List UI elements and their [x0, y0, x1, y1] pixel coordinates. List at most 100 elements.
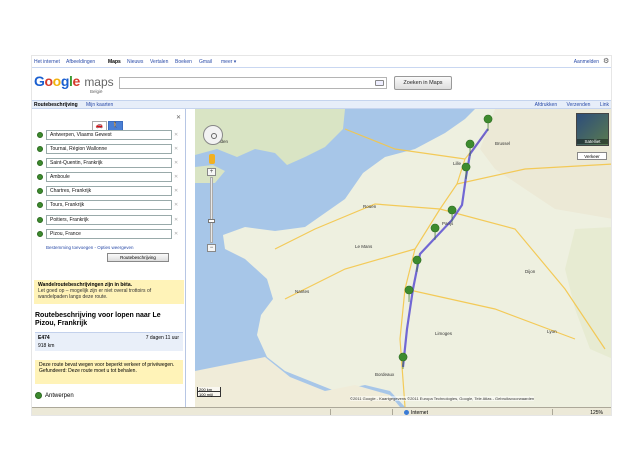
route-distance: 918 km [38, 343, 55, 349]
gear-icon[interactable]: ⚙ [603, 58, 610, 65]
street-view-pegman-icon[interactable] [209, 154, 215, 164]
map-label-lyon: Lyon [547, 329, 557, 334]
map-graphic [195, 109, 611, 407]
remove-icon[interactable]: ✕ [174, 217, 178, 223]
status-divider [392, 409, 393, 415]
status-divider [330, 409, 331, 415]
google-bar: Het internet Afbeeldingen Maps Nieuws Ve… [32, 56, 611, 68]
zoom-level[interactable]: 125% [590, 410, 603, 415]
marker-icon [37, 188, 43, 195]
marker-icon [37, 230, 43, 237]
gbar-link-more[interactable]: meer ▾ [221, 59, 236, 65]
waypoint-row: Tours, Frankrijk ✕ [36, 200, 182, 214]
map-label-limoges: Limoges [435, 331, 453, 336]
gbar-link-web[interactable]: Het internet [34, 59, 60, 65]
gbar-link-books[interactable]: Boeken [175, 59, 192, 65]
map-scale: 200 km 100 mijl [197, 387, 221, 397]
map-label-paris: Parijs [442, 221, 454, 226]
link-link[interactable]: Link [600, 102, 609, 108]
keyboard-icon[interactable] [375, 80, 384, 86]
map-label-bordeaux: Bordeaux [375, 372, 395, 377]
waypoint-input[interactable]: Poitiers, Frankrijk [46, 214, 172, 225]
waypoint-input[interactable]: Chartres, Frankrijk [46, 186, 172, 197]
waypoint-row: Chartres, Frankrijk ✕ [36, 186, 182, 200]
satellite-toggle[interactable]: Satelliet [576, 113, 609, 146]
print-link[interactable]: Afdrukken [535, 102, 558, 108]
waypoint-input[interactable]: Antwerpen, Vlaams Gewest [46, 130, 172, 140]
waypoint-row: Saint-Quentin, Frankrijk ✕ [36, 158, 182, 172]
map-label-rouen: Rouen [363, 204, 377, 209]
search-input[interactable] [119, 77, 387, 89]
my-maps-tab[interactable]: Mijn kaarten [86, 102, 113, 108]
marker-icon [37, 132, 43, 138]
map-actions: Afdrukken Verzenden Link [527, 102, 609, 108]
route-title: Routebeschrijving voor lopen naar Le Piz… [35, 312, 161, 327]
satellite-label: Satelliet [577, 139, 608, 144]
map-canvas[interactable]: Londen Parijs Nantes Bordeaux Brussel Li… [195, 109, 611, 407]
waypoint-row: Poitiers, Frankrijk ✕ [36, 214, 182, 229]
add-destination-link[interactable]: Bestemming toevoegen - Opties weergeven [46, 245, 134, 250]
waypoint-input[interactable]: Tours, Frankrijk [46, 200, 172, 211]
browser-status-bar: Internet 125% [32, 407, 611, 415]
marker-icon [37, 216, 43, 223]
waypoint-input[interactable]: Amboule [46, 172, 172, 183]
waypoint-input[interactable]: Pizou, France [46, 228, 172, 239]
gbar-link-images[interactable]: Afbeeldingen [66, 59, 95, 65]
remove-icon[interactable]: ✕ [174, 231, 178, 237]
marker-icon [37, 160, 43, 167]
route-summary[interactable]: E474 7 dagen 11 uur 918 km [35, 332, 183, 351]
logo-maps: maps [84, 75, 114, 89]
remove-icon[interactable]: ✕ [174, 146, 178, 152]
route-road: E474 [38, 335, 50, 341]
gbar-link-maps[interactable]: Maps [108, 59, 121, 65]
remove-icon[interactable]: ✕ [174, 202, 178, 208]
pan-control[interactable] [203, 125, 223, 145]
marker-icon [35, 392, 42, 399]
waypoint-row: Amboule ✕ [36, 172, 182, 186]
zoom-out-button[interactable]: − [207, 244, 216, 252]
search-button[interactable]: Zoeken in Maps [394, 76, 452, 90]
logo-country: België [90, 89, 103, 94]
remove-icon[interactable]: ✕ [174, 174, 178, 180]
directions-panel: 🚗 🚶 ✕ Antwerpen, Vlaams Gewest ✕ Tournai, … [32, 109, 186, 415]
zoom-slider[interactable] [210, 177, 213, 243]
restricted-roads-warning: Deze route bevat wegen voor beperkt verk… [35, 360, 183, 384]
marker-icon [37, 146, 43, 153]
remove-icon[interactable]: ✕ [174, 160, 178, 166]
map-label-lille: Lille [453, 161, 462, 166]
map-label-dijon: Dijon [525, 269, 536, 274]
beta-warning-body: Let goed op – mogelijk zijn er niet over… [38, 288, 152, 300]
zoom-in-button[interactable]: + [207, 168, 216, 176]
panel-strip: Routebeschrijving Mijn kaarten Afdrukken… [32, 100, 611, 109]
status-divider [552, 409, 553, 415]
remove-icon[interactable]: ✕ [174, 132, 178, 138]
gbar-link-translate[interactable]: Vertalen [150, 59, 168, 65]
send-link[interactable]: Verzenden [567, 102, 591, 108]
waypoint-row: Tournai, Région Wallonne ✕ [36, 144, 182, 158]
marker-icon [37, 174, 43, 181]
zoom-slider-handle[interactable] [208, 219, 215, 223]
waypoint-input[interactable]: Tournai, Région Wallonne [46, 144, 172, 155]
security-zone: Internet [404, 410, 428, 415]
route-duration: 7 dagen 11 uur [145, 335, 179, 341]
beta-warning: Wandelroutebeschrijvingen zijn in bèta. … [34, 280, 184, 304]
close-icon[interactable]: ✕ [176, 114, 181, 121]
map-label-nantes: Nantes [295, 289, 310, 294]
start-label: Antwerpen [45, 393, 74, 400]
google-maps-logo[interactable]: Google maps België [34, 73, 114, 95]
get-directions-button[interactable]: Routebeschrijving [107, 253, 169, 262]
map-copyright: ©2011 Google - Kaartgegevens ©2011 Europ… [350, 396, 535, 401]
waypoint-input[interactable]: Saint-Quentin, Frankrijk [46, 158, 172, 169]
directions-tab[interactable]: Routebeschrijving [34, 102, 78, 108]
waypoint-list: Antwerpen, Vlaams Gewest ✕ Tournai, Régio… [36, 130, 182, 243]
gbar-link-news[interactable]: Nieuws [127, 59, 143, 65]
remove-icon[interactable]: ✕ [174, 188, 178, 194]
waypoint-row: Antwerpen, Vlaams Gewest ✕ [36, 130, 182, 144]
map-label-le-mans: Le Mans [355, 244, 373, 249]
logo-google: Google [34, 73, 80, 89]
traffic-toggle[interactable]: Verkeer [577, 152, 607, 160]
start-point[interactable]: Antwerpen [35, 392, 74, 399]
signin-link[interactable]: Aanmelden [574, 59, 599, 65]
gbar-link-gmail[interactable]: Gmail [199, 59, 212, 65]
browser-content: Het internet Afbeeldingen Maps Nieuws Ve… [31, 55, 612, 416]
